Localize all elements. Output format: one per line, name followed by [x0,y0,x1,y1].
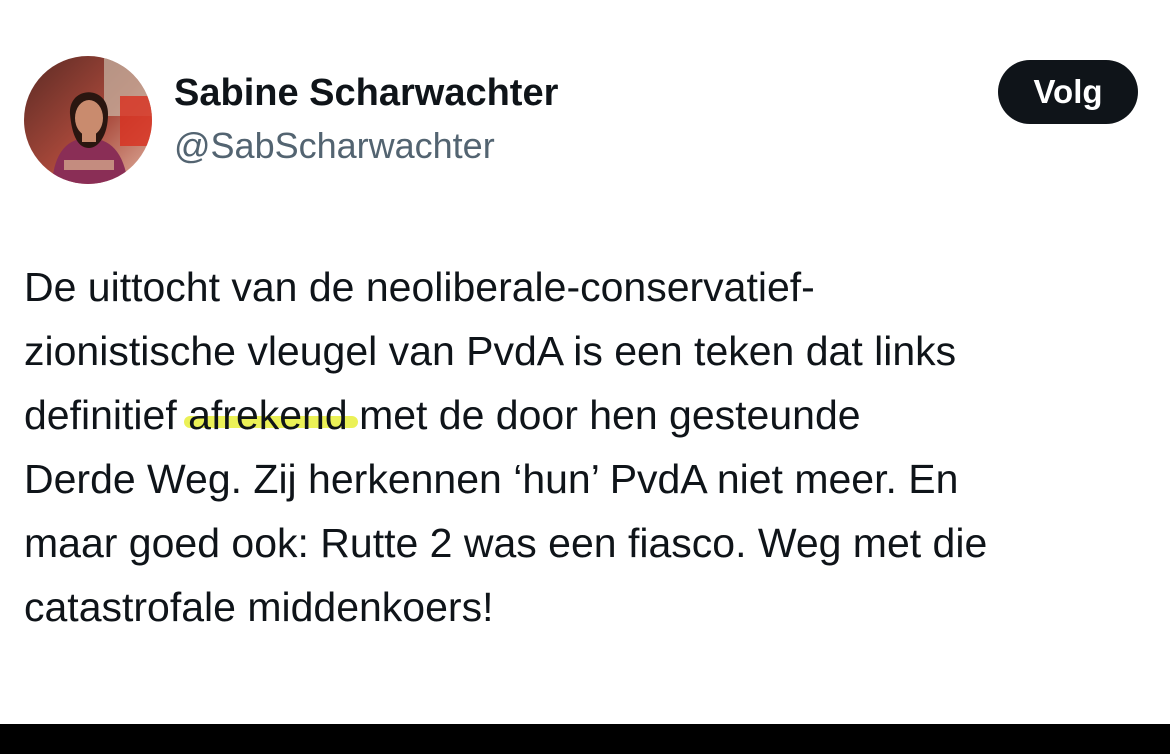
tweet-text-segment: Derde Weg. Zij herkennen ‘hun’ PvdA niet… [24,456,959,502]
tweet-text-segment: zionistische vleugel van PvdA is een tek… [24,328,957,374]
avatar-photo [24,56,152,184]
tweet-line: maar goed ook: Rutte 2 was een fiasco. W… [24,511,1154,575]
tweet-card: Sabine Scharwachter @SabScharwachter Vol… [0,0,1170,724]
highlighted-word-text: afrekend [188,392,348,438]
tweet-text-segment: De uittocht van de neoliberale-conservat… [24,264,815,310]
tweet-text-segment: met de door hen gesteunde [347,392,861,438]
tweet-line: zionistische vleugel van PvdA is een tek… [24,319,1154,383]
tweet-line: Derde Weg. Zij herkennen ‘hun’ PvdA niet… [24,447,1154,511]
avatar[interactable] [24,56,152,184]
tweet-line: definitief afrekend met de door hen gest… [24,383,1154,447]
author-name[interactable]: Sabine Scharwachter [174,70,558,116]
follow-button[interactable]: Volg [998,60,1138,124]
tweet-text-segment: maar goed ook: Rutte 2 was een fiasco. W… [24,520,988,566]
tweet-text-segment: definitief [24,392,189,438]
author-handle[interactable]: @SabScharwachter [174,124,495,168]
highlighted-word: afrekend [184,383,358,447]
tweet-line: catastrofale middenkoers! [24,575,1154,639]
bottom-bar [0,724,1170,754]
tweet-text: De uittocht van de neoliberale-conservat… [24,255,1154,639]
tweet-text-segment: catastrofale middenkoers! [24,584,494,630]
tweet-line: De uittocht van de neoliberale-conservat… [24,255,1154,319]
